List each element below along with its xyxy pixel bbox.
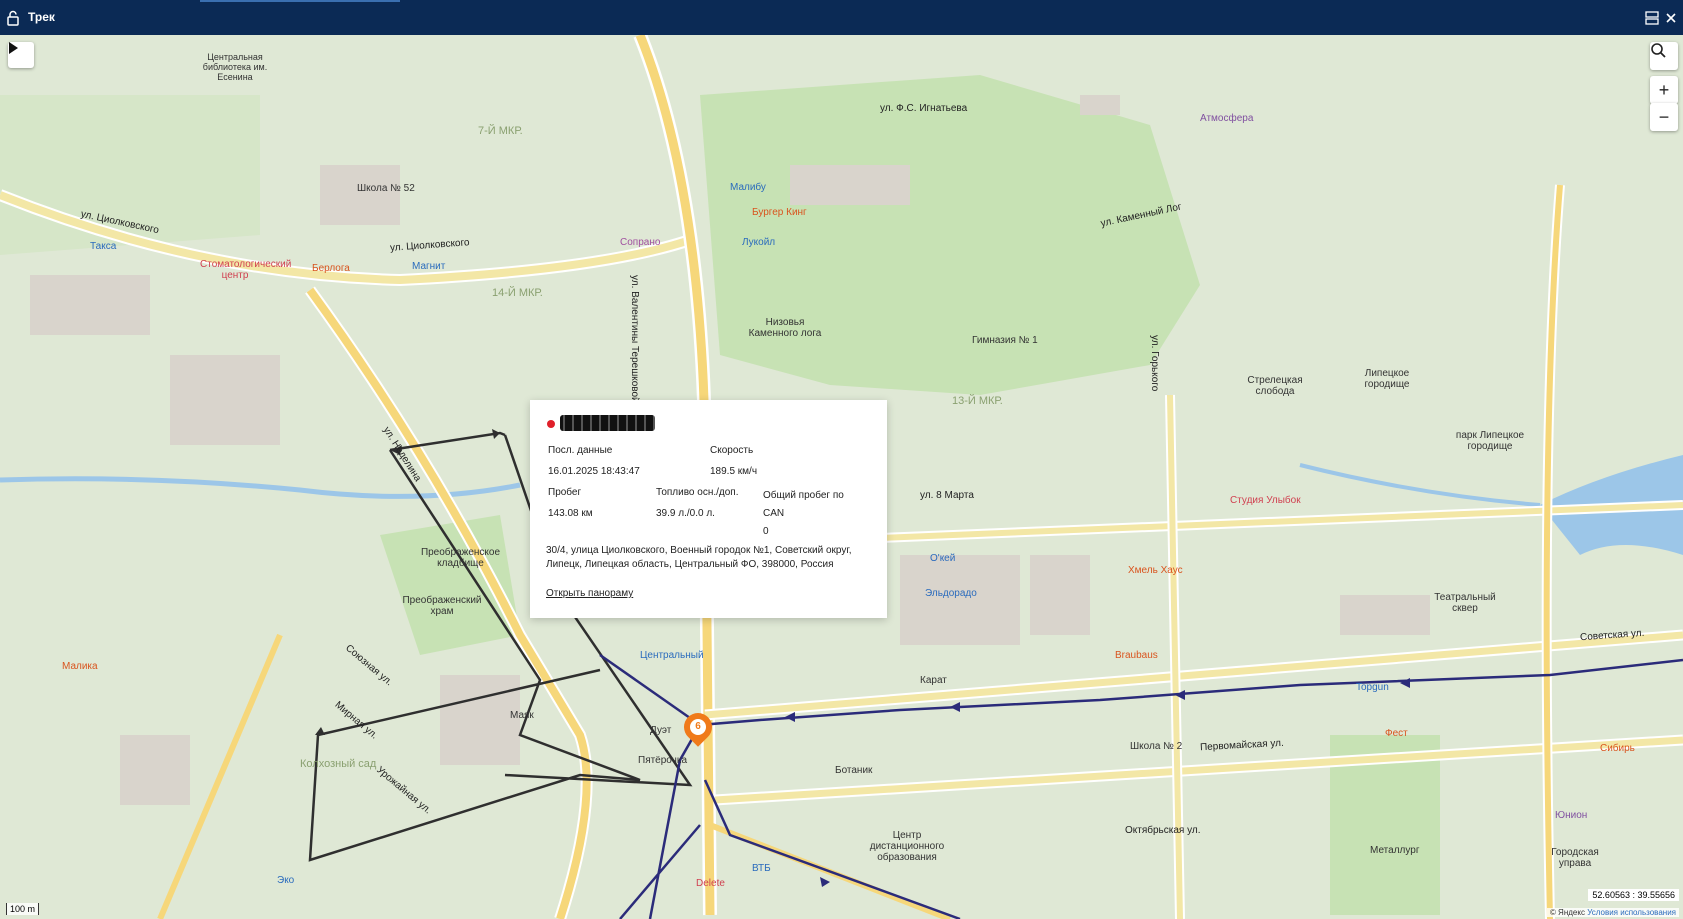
- street-label: ул. Горького: [1149, 335, 1160, 392]
- street-label: ул. Ф.С. Игнатьева: [880, 103, 968, 114]
- poi-label: Центральная библиотека им. Есенина: [202, 52, 268, 82]
- poi-label: Атмосфера: [1200, 113, 1254, 124]
- poi-label: Ботаник: [835, 765, 873, 776]
- poi-label: Карат: [920, 675, 947, 686]
- can-value: 0: [763, 526, 769, 537]
- poi-label: Braubaus: [1115, 650, 1158, 661]
- scale-bar: 100 m: [6, 903, 40, 915]
- zoom-out-button[interactable]: −: [1650, 103, 1678, 131]
- poi-label: Пятёрочка: [638, 755, 688, 766]
- street-label: ул. Валентины Терешковой: [629, 275, 640, 403]
- poi-label: Маяк: [510, 710, 534, 721]
- poi-label: О'кей: [930, 553, 956, 564]
- poi-label: Преображенский храм: [402, 595, 482, 617]
- poi-label: Topgun: [1356, 682, 1389, 693]
- poi-label: Стрелецкая слобода: [1247, 375, 1303, 397]
- poi-label: Юнион: [1555, 810, 1588, 821]
- info-popup: Посл. данные 16.01.2025 18:43:47 Скорост…: [530, 400, 887, 618]
- window-title: Трек: [28, 10, 55, 24]
- poi-label: Металлург: [1370, 845, 1420, 856]
- poi-label: Липецкое городище: [1364, 368, 1410, 390]
- last-data-label: Посл. данные: [548, 445, 613, 456]
- district-label: 14-Й МКР.: [492, 287, 543, 299]
- poi-label: Гимназия № 1: [972, 335, 1038, 346]
- zoom-in-button[interactable]: +: [1650, 76, 1678, 104]
- poi-label: Студия Улыбок: [1230, 495, 1301, 506]
- street-label: ул. 8 Марта: [920, 490, 974, 501]
- poi-label: парк Липецкое городище: [1455, 430, 1525, 452]
- close-icon[interactable]: [1664, 11, 1678, 25]
- poi-label: Берлога: [312, 263, 350, 274]
- poi-label: Школа № 52: [357, 183, 415, 194]
- mileage-value: 143.08 км: [548, 508, 593, 519]
- copyright: © Яндекс Условия использования: [1546, 908, 1679, 917]
- poi-label: Эко: [277, 875, 295, 886]
- poi-label: Магнит: [412, 261, 446, 272]
- district-label: 7-Й МКР.: [478, 125, 523, 137]
- titlebar-accent: [200, 0, 400, 2]
- poi-label: Центр дистанционного образования: [869, 830, 945, 863]
- poi-label: Сибирь: [1600, 743, 1635, 754]
- district-label: 13-Й МКР.: [952, 395, 1003, 407]
- window-titlebar: Трек: [0, 0, 1683, 35]
- poi-label: ВТБ: [752, 863, 771, 874]
- can-label: Общий пробег по CAN: [763, 490, 844, 519]
- poi-label: Лукойл: [742, 237, 776, 248]
- poi-label: Бургер Кинг: [752, 207, 807, 218]
- poi-label: Такса: [90, 241, 117, 252]
- poi-label: Эльдорадо: [925, 588, 977, 599]
- track-marker-label: 6: [690, 719, 706, 735]
- last-data-value: 16.01.2025 18:43:47: [548, 466, 640, 477]
- poi-label: Малибу: [730, 182, 766, 193]
- speed-value: 189.5 км/ч: [710, 466, 758, 477]
- copyright-text: © Яндекс: [1549, 908, 1585, 917]
- open-panorama-link[interactable]: Открыть панораму: [546, 588, 633, 599]
- lock-icon[interactable]: [6, 10, 20, 26]
- play-icon: [9, 42, 18, 54]
- fuel-label: Топливо осн./доп.: [656, 487, 739, 498]
- speed-label: Скорость: [710, 445, 754, 456]
- poi-label: Стоматологический центр: [200, 259, 292, 281]
- poi-label: Городская управа: [1551, 847, 1599, 869]
- poi-label: Преображенское кладбище: [420, 547, 501, 569]
- coordinates-readout: 52.60563 : 39.55656: [1588, 889, 1679, 901]
- poi-label: Хмель Хаус: [1128, 565, 1183, 576]
- poi-label: Центральный: [640, 650, 704, 661]
- search-icon: [1651, 43, 1666, 58]
- layout-icon[interactable]: [1645, 11, 1659, 25]
- district-label: Колхозный сад: [300, 758, 377, 770]
- poi-label: Delete: [696, 878, 725, 889]
- play-button[interactable]: [8, 42, 34, 68]
- map-view[interactable]: ул. Циолковского ул. Циолковского ул. Ва…: [0, 35, 1683, 919]
- poi-label: Сопрано: [620, 237, 661, 248]
- status-dot: [547, 420, 555, 428]
- poi-label: Малика: [62, 661, 98, 672]
- poi-label: Школа № 2: [1130, 741, 1183, 752]
- street-label: Октябрьская ул.: [1125, 825, 1201, 836]
- mileage-label: Пробег: [548, 487, 582, 498]
- poi-label: Низовья Каменного лога: [748, 317, 822, 339]
- fuel-value: 39.9 л./0.0 л.: [656, 508, 715, 519]
- track-blue: [599, 653, 1683, 919]
- search-button[interactable]: [1650, 42, 1678, 70]
- poi-label: Театральный сквер: [1434, 592, 1496, 614]
- address-text: 30/4, улица Циолковского, Военный городо…: [546, 545, 852, 570]
- poi-label: Фест: [1385, 728, 1408, 739]
- terms-link[interactable]: Условия использования: [1587, 908, 1676, 917]
- poi-label: Дуэт: [650, 725, 672, 736]
- object-name-redacted: [560, 415, 655, 431]
